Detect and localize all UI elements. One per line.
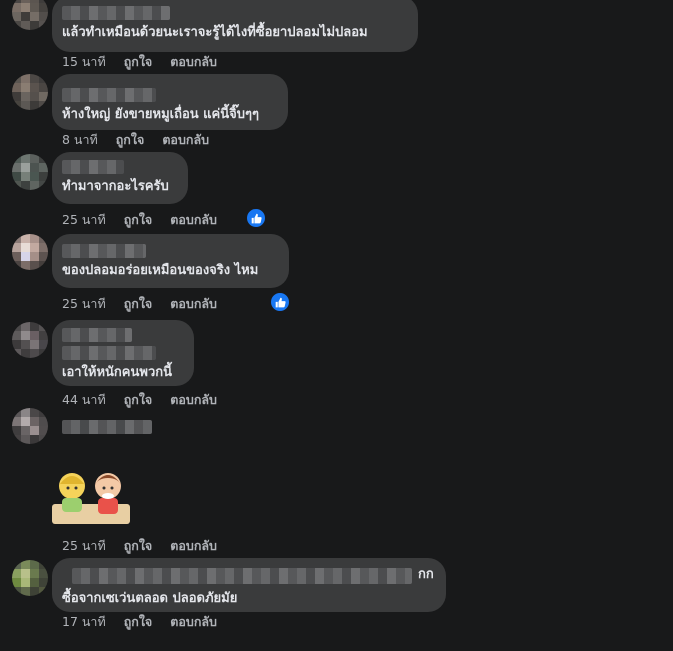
comment-bubble: แล้วทำเหมือนด้วยนะเราจะรู้ได้ไงที่ซื้อยา… xyxy=(52,0,418,52)
reply-button[interactable]: ตอบกลับ xyxy=(170,390,217,410)
comment-actions: 8 นาที ถูกใจ ตอบกลับ xyxy=(62,130,209,150)
commenter-subtitle-blurred xyxy=(62,346,156,360)
thumbs-up-icon xyxy=(251,213,262,223)
commenter-name-blurred[interactable] xyxy=(62,420,152,434)
avatar[interactable] xyxy=(12,560,48,596)
avatar[interactable] xyxy=(12,0,48,30)
thumbs-up-icon xyxy=(275,297,286,307)
like-button[interactable]: ถูกใจ xyxy=(124,390,153,410)
comment-actions: 25 นาที ถูกใจ ตอบกลับ xyxy=(62,210,217,230)
comment-time[interactable]: 44 นาที xyxy=(62,390,106,410)
avatar[interactable] xyxy=(12,234,48,270)
comment-text-line1-end: กก xyxy=(418,567,434,582)
reply-button[interactable]: ตอบกลับ xyxy=(170,612,217,632)
comment-bubble: ห้างใหญ่ ยังขายหมูเถื่อน แค่นี้จิ๊บๆๆ xyxy=(52,74,288,130)
comment-time[interactable]: 25 นาที xyxy=(62,294,106,314)
comment-time[interactable]: 8 นาที xyxy=(62,130,98,150)
like-button[interactable]: ถูกใจ xyxy=(116,130,145,150)
reply-button[interactable]: ตอบกลับ xyxy=(162,130,209,150)
comment-text: ทำมาจากอะไรครับ xyxy=(62,179,169,194)
comment-bubble: ของปลอมอร่อยเหมือนของจริง ไหม xyxy=(52,234,289,288)
cartoon-kids-sticker xyxy=(52,473,130,524)
comment-bubble: กก ซื้อจากเซเว่นตลอด ปลอดภัยมัย xyxy=(52,558,446,612)
commenter-name-blurred[interactable] xyxy=(62,244,146,258)
reply-button[interactable]: ตอบกลับ xyxy=(170,52,217,72)
comment-time[interactable]: 25 นาที xyxy=(62,210,106,230)
like-button[interactable]: ถูกใจ xyxy=(124,52,153,72)
reaction-badge[interactable] xyxy=(269,291,291,313)
comment-text: เอาให้หนักคนพวกนี้ xyxy=(62,365,173,380)
comment-text: ห้างใหญ่ ยังขายหมูเถื่อน แค่นี้จิ๊บๆๆ xyxy=(62,107,259,122)
commenter-name-blurred[interactable] xyxy=(62,328,132,342)
reply-button[interactable]: ตอบกลับ xyxy=(170,536,217,556)
like-button[interactable]: ถูกใจ xyxy=(124,294,153,314)
avatar[interactable] xyxy=(12,322,48,358)
comment-time[interactable]: 17 นาที xyxy=(62,612,106,632)
like-button[interactable]: ถูกใจ xyxy=(124,612,153,632)
comment-actions: 15 นาที ถูกใจ ตอบกลับ xyxy=(62,52,217,72)
avatar[interactable] xyxy=(12,154,48,190)
commenter-name-blurred[interactable] xyxy=(72,568,412,584)
comment-actions: 17 นาที ถูกใจ ตอบกลับ xyxy=(62,612,217,632)
comment-time[interactable]: 25 นาที xyxy=(62,536,106,556)
like-button[interactable]: ถูกใจ xyxy=(124,536,153,556)
comment-bubble: ทำมาจากอะไรครับ xyxy=(52,152,188,204)
comment-time[interactable]: 15 นาที xyxy=(62,52,106,72)
commenter-name-blurred[interactable] xyxy=(62,88,156,102)
like-button[interactable]: ถูกใจ xyxy=(124,210,153,230)
reply-button[interactable]: ตอบกลับ xyxy=(170,210,217,230)
comment-text: แล้วทำเหมือนด้วยนะเราจะรู้ได้ไงที่ซื้อยา… xyxy=(62,25,368,40)
comment-text: ซื้อจากเซเว่นตลอด ปลอดภัยมัย xyxy=(62,591,238,606)
comment-text: ของปลอมอร่อยเหมือนของจริง ไหม xyxy=(62,263,259,278)
comment-actions: 44 นาที ถูกใจ ตอบกลับ xyxy=(62,390,217,410)
commenter-name-blurred[interactable] xyxy=(62,160,124,174)
avatar[interactable] xyxy=(12,74,48,110)
reaction-badge[interactable] xyxy=(245,207,267,229)
comment-bubble: เอาให้หนักคนพวกนี้ xyxy=(52,320,194,386)
reply-button[interactable]: ตอบกลับ xyxy=(170,294,217,314)
comment-actions: 25 นาที ถูกใจ ตอบกลับ xyxy=(62,536,217,556)
avatar[interactable] xyxy=(12,408,48,444)
comment-actions: 25 นาที ถูกใจ ตอบกลับ xyxy=(62,294,217,314)
commenter-name-blurred[interactable] xyxy=(62,6,170,20)
